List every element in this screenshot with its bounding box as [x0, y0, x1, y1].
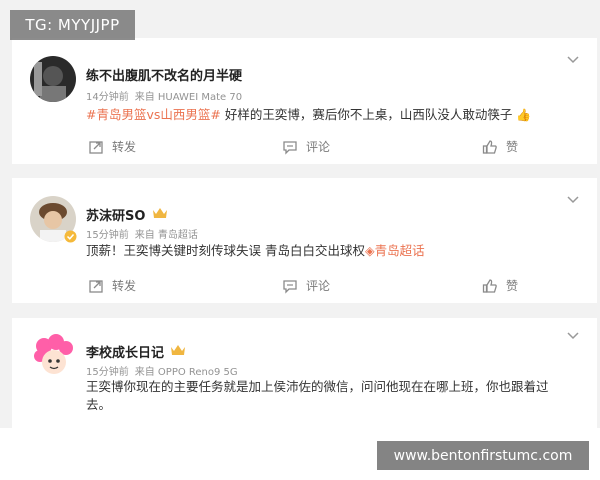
- username[interactable]: 李校成长日记: [86, 342, 164, 361]
- thumbs-up-icon: [482, 139, 497, 154]
- post-time[interactable]: 15分钟前: [86, 230, 129, 241]
- verified-badge-icon: [64, 230, 77, 243]
- like-label: 赞: [506, 279, 519, 293]
- repost-icon: [89, 140, 103, 154]
- post-text: 顶薪！王奕博关键时刻传球失误 青岛白白交出球权◈青岛超话: [86, 242, 579, 260]
- comment-icon: [283, 140, 297, 155]
- post-meta: 15分钟前 来自 OPPO Reno9 5G: [86, 363, 244, 378]
- avatar[interactable]: [30, 56, 76, 102]
- crown-badge-icon: [171, 345, 185, 355]
- post-source: 来自 OPPO Reno9 5G: [134, 367, 238, 378]
- comment-label: 评论: [306, 140, 331, 154]
- username[interactable]: 苏沫研SO: [86, 205, 145, 224]
- post-time[interactable]: 14分钟前: [86, 92, 129, 103]
- post-content: 好样的王奕博，赛后你不上桌，山西队没人敢动筷子: [220, 107, 513, 122]
- comment-label: 评论: [306, 279, 331, 293]
- action-bar: 转发 评论 赞: [12, 138, 597, 160]
- repost-label: 转发: [112, 140, 137, 154]
- repost-button[interactable]: 转发: [88, 277, 136, 294]
- post-time[interactable]: 15分钟前: [86, 367, 129, 378]
- hashtag-link[interactable]: #青岛男篮vs山西男篮#: [86, 107, 221, 122]
- comment-button[interactable]: 评论: [282, 138, 330, 155]
- post-meta: 15分钟前 来自 青岛超话: [86, 226, 204, 241]
- post-source: 来自 青岛超话: [134, 230, 198, 241]
- post-card: 李校成长日记 15分钟前 来自 OPPO Reno9 5G 王奕博你现在的主要任务…: [12, 318, 597, 428]
- comment-button[interactable]: 评论: [282, 277, 330, 294]
- post-content: 王奕博你现在的主要任务就是加上侯沛佐的微信，问问他现在在哪上班，你也跟着过去。: [86, 379, 549, 412]
- post-source: 来自 HUAWEI Mate 70: [134, 92, 243, 103]
- repost-label: 转发: [112, 279, 137, 293]
- avatar[interactable]: [30, 334, 76, 380]
- supertopic-link[interactable]: ◈青岛超话: [365, 243, 425, 258]
- post-content: 顶薪！王奕博关键时刻传球失误 青岛白白交出球权: [86, 243, 365, 258]
- post-text: 王奕博你现在的主要任务就是加上侯沛佐的微信，问问他现在在哪上班，你也跟着过去。: [86, 378, 571, 414]
- action-bar: 转发 评论 赞: [12, 277, 597, 299]
- chevron-down-icon[interactable]: [567, 332, 579, 340]
- username[interactable]: 练不出腹肌不改名的月半硬: [86, 65, 242, 84]
- watermark-bottom: www.bentonfirstumc.com: [377, 441, 589, 470]
- repost-button[interactable]: 转发: [88, 138, 136, 155]
- comment-icon: [283, 279, 297, 294]
- crown-badge-icon: [153, 208, 167, 218]
- thumbs-up-icon: [482, 278, 497, 293]
- chevron-down-icon[interactable]: [567, 196, 579, 204]
- post-card: 苏沫研SO 15分钟前 来自 青岛超话 顶薪！王奕博关键时刻传球失误 青岛白白交出…: [12, 178, 597, 303]
- repost-icon: [89, 279, 103, 293]
- like-label: 赞: [506, 140, 519, 154]
- post-card: 练不出腹肌不改名的月半硬 14分钟前 来自 HUAWEI Mate 70 #青岛男…: [12, 38, 597, 164]
- chevron-down-icon[interactable]: [567, 56, 579, 64]
- thumbs-up-emoji: 👍: [516, 108, 532, 122]
- like-button[interactable]: 赞: [482, 138, 518, 155]
- like-button[interactable]: 赞: [482, 277, 518, 294]
- post-text: #青岛男篮vs山西男篮# 好样的王奕博，赛后你不上桌，山西队没人敢动筷子 👍: [86, 106, 579, 124]
- watermark-top: TG: MYYJJPP: [10, 10, 135, 40]
- post-meta: 14分钟前 来自 HUAWEI Mate 70: [86, 88, 248, 103]
